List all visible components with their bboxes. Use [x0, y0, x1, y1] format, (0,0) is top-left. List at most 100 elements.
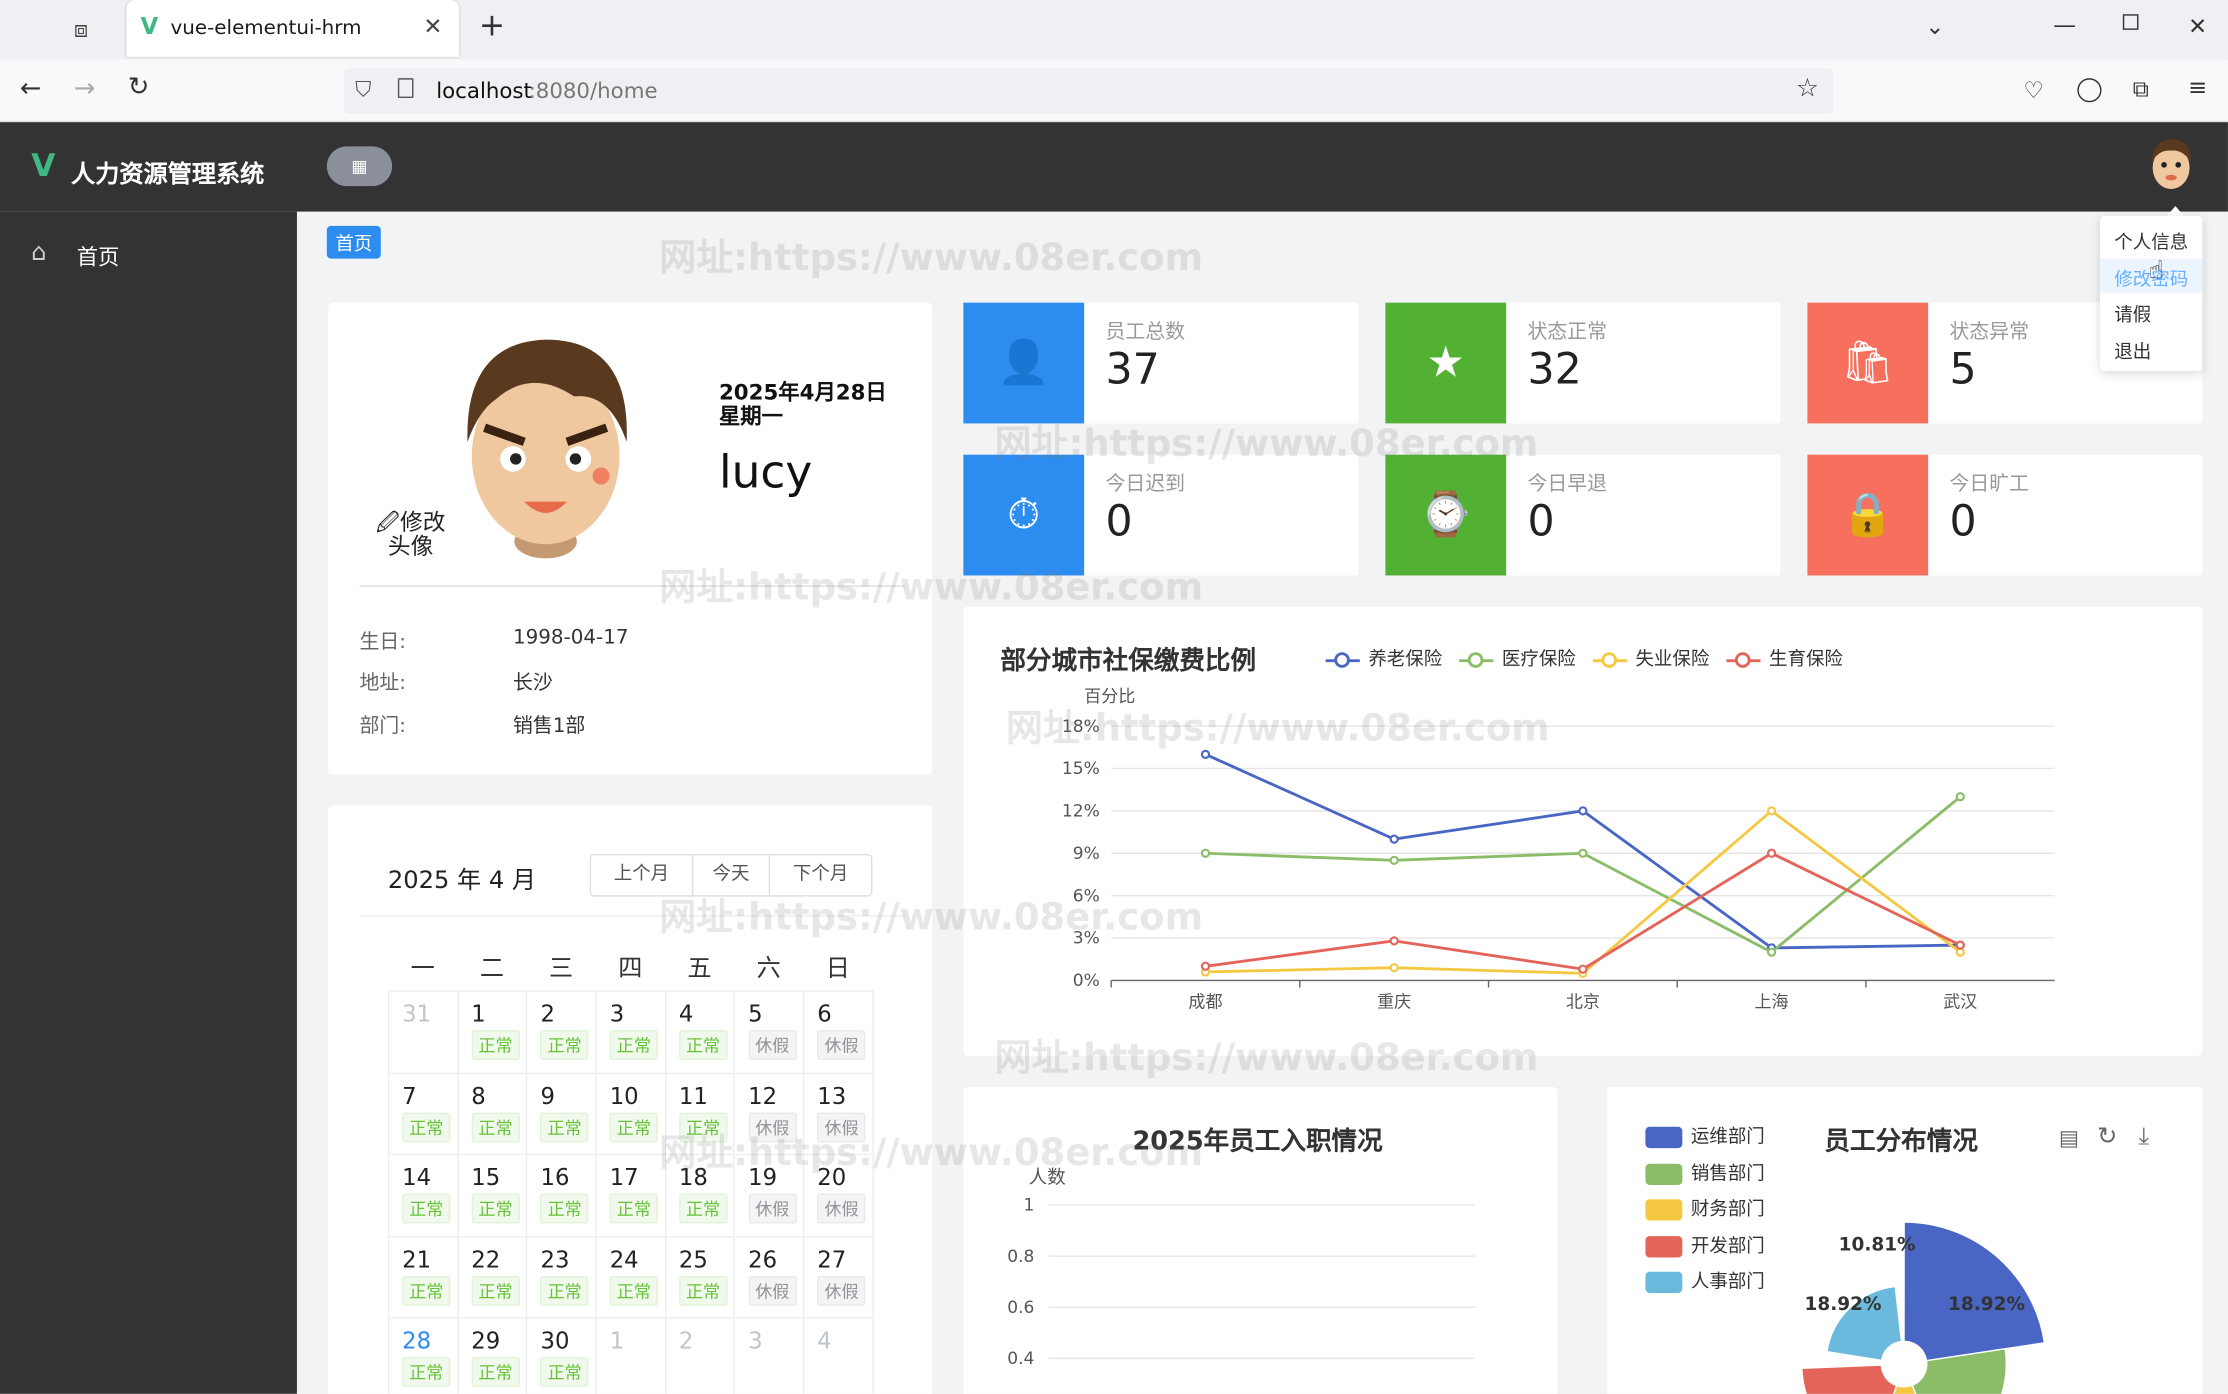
calendar-day[interactable]: 21 正常	[389, 1236, 459, 1319]
dropdown-item-profile[interactable]: 个人信息	[2114, 227, 2188, 254]
calendar-day[interactable]: 22 正常	[458, 1236, 528, 1319]
data-point[interactable]	[1578, 806, 1588, 816]
data-point[interactable]	[1389, 963, 1399, 973]
calendar-weekdays: 一二三四五六日	[388, 948, 871, 983]
stat-label: 状态异常	[1949, 321, 2030, 344]
browser-tab[interactable]: V vue-elementui-hrm ✕	[126, 0, 459, 57]
back-icon[interactable]: ←	[20, 74, 41, 104]
calendar-title: 2025 年 4 月	[387, 866, 537, 896]
calendar-day[interactable]: 9 正常	[527, 1073, 597, 1156]
menu-icon[interactable]: ≡	[2188, 74, 2207, 101]
data-point[interactable]	[1766, 848, 1777, 858]
day-status-tag: 正常	[540, 1030, 589, 1060]
data-point[interactable]	[1766, 806, 1777, 816]
calendar-day[interactable]: 20 休假	[804, 1155, 874, 1237]
calendar-day[interactable]: 12 休假	[735, 1073, 805, 1156]
today-button[interactable]: 今天	[693, 855, 771, 896]
calendar-day[interactable]: 8 正常	[458, 1073, 528, 1156]
day-number: 7	[402, 1082, 417, 1110]
tab-list-icon[interactable]: ⧈	[74, 16, 88, 44]
calendar-day[interactable]: 1 正常	[458, 991, 528, 1074]
reload-icon[interactable]: ↻	[128, 72, 149, 102]
stat-card: 🔒 今日旷工 0	[1807, 454, 2203, 576]
day-status-tag: 正常	[609, 1030, 659, 1060]
extensions-icon[interactable]: ⧉	[2133, 75, 2149, 103]
day-number: 13	[817, 1082, 847, 1110]
calendar-day[interactable]: 13 休假	[804, 1073, 874, 1156]
forward-icon[interactable]: →	[74, 74, 95, 104]
pie-slice[interactable]	[1903, 1221, 2046, 1362]
data-point[interactable]	[1200, 848, 1211, 858]
weekday-header: 三	[549, 954, 574, 984]
profile-card: 🖉修改头像 2025年4月28日 星期一 lucy 生日: 1998-04-17…	[328, 302, 933, 775]
calendar-day[interactable]: 5 休假	[735, 991, 805, 1074]
change-avatar-link[interactable]: 🖉修改头像	[371, 510, 451, 558]
calendar-day[interactable]: 2 正常	[527, 991, 597, 1074]
header-avatar[interactable]	[2146, 134, 2197, 199]
chevron-down-icon[interactable]: ⌄	[1925, 13, 1944, 40]
data-point[interactable]	[1389, 936, 1399, 946]
menu-toggle-button[interactable]: ▦	[326, 146, 393, 187]
account-icon[interactable]	[2077, 78, 2102, 103]
calendar-day[interactable]: 25 正常	[666, 1236, 736, 1319]
calendar-day[interactable]: 2	[666, 1318, 736, 1394]
calendar-day[interactable]: 31	[389, 991, 459, 1074]
calendar-day[interactable]: 26 休假	[735, 1236, 805, 1319]
calendar-day[interactable]: 6 休假	[804, 991, 874, 1074]
calendar-day[interactable]: 24 正常	[596, 1236, 667, 1319]
maximize-icon[interactable]	[2122, 14, 2139, 30]
day-number: 29	[471, 1327, 501, 1355]
pie-slice[interactable]	[1801, 1364, 1898, 1394]
vue-favicon-icon: V	[140, 12, 159, 40]
new-tab-icon[interactable]: +	[479, 9, 505, 45]
data-point[interactable]	[1200, 961, 1211, 971]
calendar-day[interactable]: 4 正常	[666, 991, 736, 1074]
data-point[interactable]	[1389, 855, 1399, 865]
y-tick-label: 18%	[1062, 717, 1100, 737]
calendar-day[interactable]: 16 正常	[527, 1155, 597, 1237]
calendar-day[interactable]: 7 正常	[389, 1073, 459, 1156]
data-point[interactable]	[1955, 940, 1965, 950]
data-point[interactable]	[1578, 964, 1588, 974]
close-tab-icon[interactable]: ✕	[423, 13, 442, 40]
calendar-day[interactable]: 15 正常	[458, 1155, 528, 1237]
data-point[interactable]	[1955, 792, 1965, 802]
data-point[interactable]	[1578, 848, 1588, 858]
birthday-label: 生日:	[359, 630, 406, 654]
url-host: localhost	[436, 78, 532, 104]
calendar-day[interactable]: 4	[804, 1318, 874, 1394]
calendar-day[interactable]: 27 休假	[804, 1236, 874, 1319]
data-point[interactable]	[1200, 749, 1211, 759]
calendar-day[interactable]: 19 休假	[735, 1155, 805, 1237]
day-status-tag: 正常	[540, 1193, 589, 1224]
pocket-icon[interactable]: ♡	[2023, 77, 2043, 104]
data-point[interactable]	[1766, 947, 1777, 957]
calendar-day[interactable]: 28 正常	[389, 1318, 459, 1394]
prev-month-button[interactable]: 上个月	[591, 855, 694, 896]
calendar-day[interactable]: 3	[735, 1318, 805, 1394]
close-window-icon[interactable]: ✕	[2188, 13, 2207, 40]
calendar-day[interactable]: 30 正常	[528, 1318, 597, 1394]
calendar-day[interactable]: 17 正常	[596, 1155, 667, 1237]
minimize-icon[interactable]: —	[2053, 11, 2076, 38]
url-field[interactable]: ⛉ localhost :8080/home ☆	[343, 68, 1833, 114]
calendar-day[interactable]: 1	[597, 1318, 667, 1394]
dropdown-item-logout[interactable]: 退出	[2114, 337, 2151, 363]
calendar-day[interactable]: 29 正常	[459, 1318, 528, 1394]
calendar-day[interactable]: 18 正常	[666, 1155, 736, 1237]
calendar-day[interactable]: 23 正常	[527, 1236, 597, 1319]
breadcrumb[interactable]: 首页	[326, 225, 381, 259]
calendar-day[interactable]: 11 正常	[666, 1073, 736, 1156]
calendar-day[interactable]: 10 正常	[596, 1073, 667, 1156]
bookmark-star-icon[interactable]: ☆	[1796, 74, 1819, 104]
dropdown-item-leave[interactable]: 请假	[2114, 300, 2151, 326]
data-point[interactable]	[1389, 834, 1399, 844]
next-month-button[interactable]: 下个月	[770, 855, 871, 895]
sidebar-item-home[interactable]: ⌂ 首页	[0, 232, 297, 280]
dropdown-arrow	[2166, 206, 2184, 216]
stat-card: ⌚ 今日早退 0	[1385, 454, 1781, 576]
user-icon: 👤	[963, 302, 1085, 424]
calendar-day[interactable]: 14 正常	[389, 1155, 459, 1237]
address-label: 地址:	[359, 672, 406, 695]
calendar-day[interactable]: 3 正常	[596, 991, 667, 1074]
